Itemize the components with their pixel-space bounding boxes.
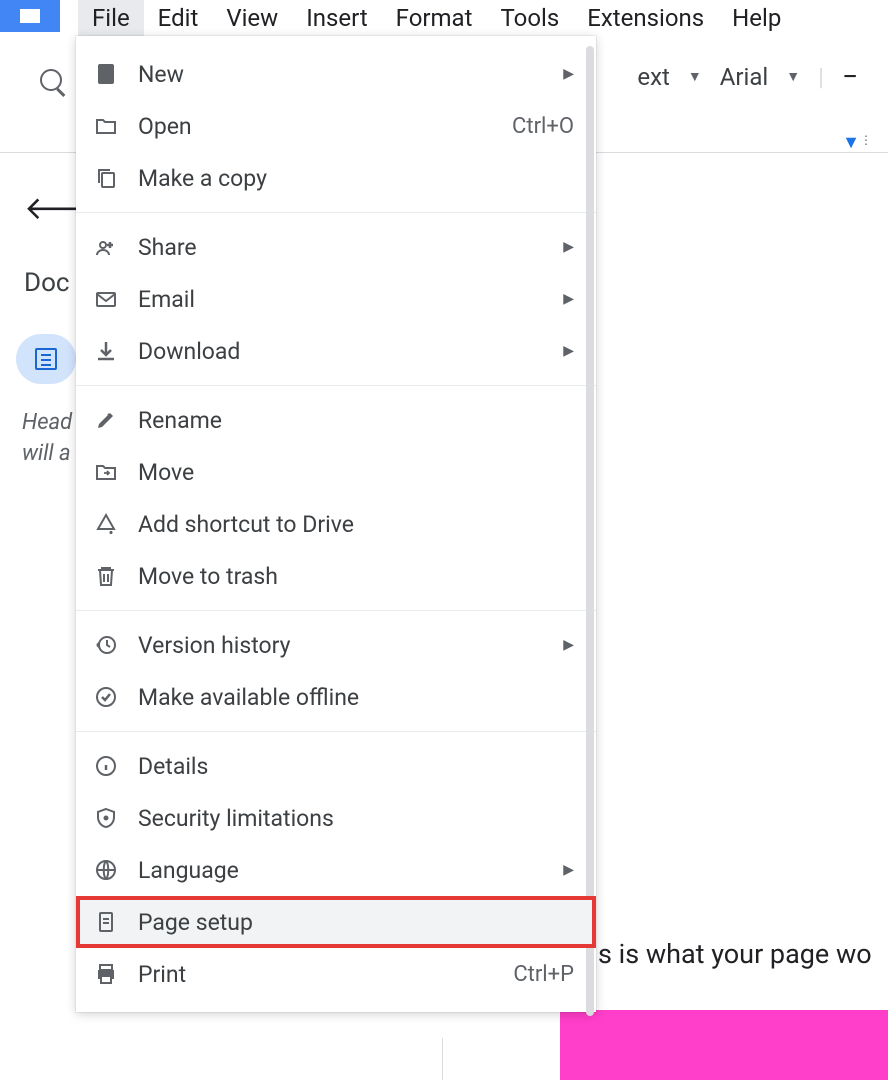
info-icon [92, 752, 120, 780]
search-icon[interactable] [40, 69, 62, 91]
menu-item-language[interactable]: Language ▶ [76, 844, 596, 896]
document-icon [92, 60, 120, 88]
outline-icon [35, 348, 57, 370]
offline-icon [92, 683, 120, 711]
menu-item-version-history[interactable]: Version history ▶ [76, 619, 596, 671]
menu-item-make-available-offline[interactable]: Make available offline [76, 671, 596, 723]
menu-item-label: Page setup [138, 909, 574, 936]
menubar-item-help[interactable]: Help [718, 0, 795, 38]
menubar: FileEditViewInsertFormatToolsExtensionsH… [78, 0, 795, 36]
menu-item-label: Rename [138, 407, 574, 434]
menu-item-rename[interactable]: Rename [76, 394, 596, 446]
menu-item-label: New [138, 61, 555, 88]
outline-hint: Head will a [22, 408, 72, 470]
history-icon [92, 631, 120, 659]
menu-item-share[interactable]: Share ▶ [76, 221, 596, 273]
menu-item-details[interactable]: Details [76, 740, 596, 792]
page-divider [442, 1038, 443, 1080]
language-icon [92, 856, 120, 884]
menu-divider [76, 731, 596, 732]
menu-item-label: Language [138, 857, 555, 884]
menu-item-page-setup[interactable]: Page setup [76, 896, 596, 948]
docs-app-icon[interactable] [0, 0, 60, 32]
text-style-caret-icon[interactable]: ▼ [688, 68, 702, 85]
menu-divider [76, 610, 596, 611]
menubar-item-edit[interactable]: Edit [144, 0, 213, 38]
decrease-font-icon[interactable]: − [842, 60, 858, 93]
menu-item-label: Share [138, 234, 555, 261]
menu-item-label: Make available offline [138, 684, 574, 711]
submenu-arrow-icon: ▶ [563, 862, 574, 878]
doc-outline-label: Doc [24, 268, 70, 298]
ruler-right-marker-icon[interactable]: ▼⋮ [842, 132, 872, 153]
security-icon [92, 804, 120, 832]
move-icon [92, 458, 120, 486]
submenu-arrow-icon: ▶ [563, 637, 574, 653]
menu-item-label: Make a copy [138, 165, 574, 192]
menu-divider [76, 385, 596, 386]
menu-shortcut: Ctrl+O [512, 114, 574, 139]
font-dropdown-label: Arial [720, 63, 769, 91]
menu-item-new[interactable]: New ▶ [76, 48, 596, 100]
email-icon [92, 285, 120, 313]
folder-icon [92, 112, 120, 140]
menubar-item-view[interactable]: View [212, 0, 292, 38]
menu-item-label: Add shortcut to Drive [138, 511, 574, 538]
menu-item-label: Security limitations [138, 805, 574, 832]
menu-item-label: Open [138, 113, 512, 140]
menu-shortcut: Ctrl+P [513, 962, 574, 987]
menu-item-label: Print [138, 961, 513, 988]
menu-item-label: Details [138, 753, 574, 780]
submenu-arrow-icon: ▶ [563, 291, 574, 307]
submenu-arrow-icon: ▶ [563, 343, 574, 359]
copy-icon [92, 164, 120, 192]
menu-item-move[interactable]: Move [76, 446, 596, 498]
rename-icon [92, 406, 120, 434]
menu-item-label: Email [138, 286, 555, 313]
menu-item-print[interactable]: PrintCtrl+P [76, 948, 596, 1000]
menu-item-make-a-copy[interactable]: Make a copy [76, 152, 596, 204]
submenu-arrow-icon: ▶ [563, 239, 574, 255]
menu-item-label: Version history [138, 632, 555, 659]
menu-item-security-limitations[interactable]: Security limitations [76, 792, 596, 844]
toolbar-right: ext ▼ Arial ▼ | − [637, 60, 858, 93]
menu-divider [76, 212, 596, 213]
menubar-item-tools[interactable]: Tools [486, 0, 573, 38]
share-icon [92, 233, 120, 261]
page-setup-icon [92, 908, 120, 936]
drive-shortcut-icon [92, 510, 120, 538]
menu-item-label: Download [138, 338, 555, 365]
document-text: s is what your page wo [598, 938, 872, 970]
font-caret-icon[interactable]: ▼ [786, 68, 800, 85]
submenu-arrow-icon: ▶ [563, 66, 574, 82]
menubar-item-file[interactable]: File [78, 0, 144, 38]
menu-item-move-to-trash[interactable]: Move to trash [76, 550, 596, 602]
menubar-item-format[interactable]: Format [382, 0, 487, 38]
menubar-item-insert[interactable]: Insert [292, 0, 381, 38]
menu-item-email[interactable]: Email ▶ [76, 273, 596, 325]
menu-item-add-shortcut-to-drive[interactable]: Add shortcut to Drive [76, 498, 596, 550]
download-icon [92, 337, 120, 365]
menu-item-download[interactable]: Download ▶ [76, 325, 596, 377]
document-highlight [560, 1010, 888, 1080]
menu-item-label: Move [138, 459, 574, 486]
file-menu-dropdown: New▶OpenCtrl+OMake a copyShare▶Email▶Dow… [76, 36, 596, 1012]
print-icon [92, 960, 120, 988]
outline-tab[interactable] [16, 334, 76, 384]
trash-icon [92, 562, 120, 590]
menu-item-label: Move to trash [138, 563, 574, 590]
menubar-item-extensions[interactable]: Extensions [573, 0, 718, 38]
text-style-dropdown-label: ext [637, 63, 669, 91]
menu-item-open[interactable]: OpenCtrl+O [76, 100, 596, 152]
